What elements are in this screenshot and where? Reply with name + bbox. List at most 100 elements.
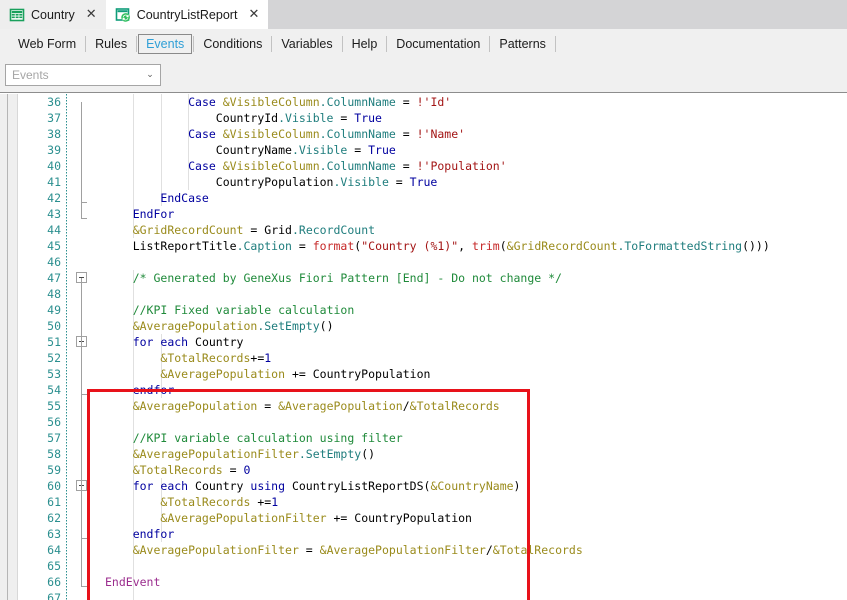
line-number: 60 [47,479,61,493]
token-kw: EndFor [132,207,175,221]
part-tab-variables[interactable]: Variables [273,34,340,54]
token-var: &AveragePopulationFilter [132,447,299,461]
webpanel-object-icon [115,7,130,22]
token-var: &TotalRecords [160,495,251,509]
editor-toolbar: Events ⌄ [0,59,847,93]
token-mem: .ColumnName [319,159,396,173]
code-line[interactable]: 54 endfor [19,382,847,398]
code-line[interactable]: 58 &AveragePopulationFilter.SetEmpty() [19,446,847,462]
code-text: //KPI variable calculation using filter [105,430,403,446]
code-editor[interactable]: 36 Case &VisibleColumn.ColumnName = !'Id… [0,94,847,600]
token-plain: = [395,127,417,141]
code-line[interactable]: 67 [19,590,847,600]
part-tab-events[interactable]: Events [138,34,193,54]
token-plain: = [395,95,417,109]
line-number: 56 [47,415,61,429]
line-number: 44 [47,223,61,237]
code-text: EndEvent [105,574,160,590]
menu-separator [85,36,87,52]
chevron-down-icon[interactable]: ⌄ [140,70,160,80]
event-selector-combo[interactable]: Events ⌄ [5,64,161,86]
token-str: !'Population' [416,159,507,173]
token-var: &AveragePopulation [132,319,258,333]
code-text: &TotalRecords = 0 [105,462,251,478]
code-line[interactable]: 42 EndCase [19,190,847,206]
code-line[interactable]: 56 [19,414,847,430]
code-line[interactable]: 39 CountryName.Visible = True [19,142,847,158]
code-line[interactable]: 51 for each Country [19,334,847,350]
code-lines[interactable]: 36 Case &VisibleColumn.ColumnName = !'Id… [19,94,847,600]
token-plain: , [458,239,473,253]
code-surface[interactable]: 36 Case &VisibleColumn.ColumnName = !'Id… [19,94,847,600]
code-text: &GridRecordCount = Grid.RecordCount [105,222,375,238]
token-var: &TotalRecords [160,351,251,365]
code-line[interactable]: 63 endfor [19,526,847,542]
token-plain: += [285,367,313,381]
code-line[interactable]: 59 &TotalRecords = 0 [19,462,847,478]
token-var: &AveragePopulation [160,367,286,381]
part-tab-documentation[interactable]: Documentation [388,34,488,54]
code-line[interactable]: 40 Case &VisibleColumn.ColumnName = !'Po… [19,158,847,174]
token-cmt: //KPI variable calculation using filter [132,431,403,445]
code-line[interactable]: 48 [19,286,847,302]
close-icon[interactable]: ✕ [243,8,261,21]
line-number: 50 [47,319,61,333]
line-number: 37 [47,111,61,125]
token-mem: .Visible [278,111,334,125]
code-line[interactable]: 52 &TotalRecords+=1 [19,350,847,366]
code-line[interactable]: 55 &AveragePopulation = &AveragePopulati… [19,398,847,414]
code-line[interactable]: 66 EndEvent [19,574,847,590]
close-icon[interactable]: ✕ [81,8,99,21]
code-line[interactable]: 65 [19,558,847,574]
part-tab-web-form[interactable]: Web Form [10,34,84,54]
document-tab-countrylistreport[interactable]: CountryListReport ✕ [105,0,269,29]
code-line[interactable]: 46 [19,254,847,270]
code-line[interactable]: 45 ListReportTitle.Caption = format ("Cou… [19,238,847,254]
token-num: 0 [243,463,251,477]
token-plain: += [250,495,272,509]
code-line[interactable]: 41 CountryPopulation.Visible = True [19,174,847,190]
code-line[interactable]: 36 Case &VisibleColumn.ColumnName = !'Id… [19,94,847,110]
code-line[interactable]: 49 //KPI Fixed variable calculation [19,302,847,318]
part-tab-conditions[interactable]: Conditions [195,34,270,54]
code-line[interactable]: 44 &GridRecordCount = Grid.RecordCount [19,222,847,238]
code-line[interactable]: 60 for each Country using CountryListRep… [19,478,847,494]
line-number: 48 [47,287,61,301]
code-line[interactable]: 50 &AveragePopulation.SetEmpty() [19,318,847,334]
menu-separator [193,36,195,52]
code-text: /* Generated by GeneXus Fiori Pattern [E… [105,270,562,286]
token-var: &GridRecordCount [506,239,618,253]
token-mem: .SetEmpty [298,447,362,461]
line-number: 46 [47,255,61,269]
part-tab-rules[interactable]: Rules [87,34,135,54]
line-number: 47 [47,271,61,285]
part-tab-patterns[interactable]: Patterns [491,34,554,54]
menu-separator [554,36,556,52]
token-plain: ( [499,239,507,253]
token-kw: True [354,111,382,125]
code-line[interactable]: 37 CountryId.Visible = True [19,110,847,126]
code-line[interactable]: 53 &AveragePopulation += CountryPopulati… [19,366,847,382]
code-line[interactable]: 47 /* Generated by GeneXus Fiori Pattern… [19,270,847,286]
code-text: &AveragePopulationFilter = &AveragePopul… [105,542,583,558]
code-text: CountryPopulation.Visible = True [105,174,438,190]
code-line[interactable]: 61 &TotalRecords +=1 [19,494,847,510]
token-plain: = [347,143,369,157]
line-number: 52 [47,351,61,365]
line-number: 57 [47,431,61,445]
part-tab-help[interactable]: Help [344,34,386,54]
code-line[interactable]: 62 &AveragePopulationFilter += CountryPo… [19,510,847,526]
code-line[interactable]: 57 //KPI variable calculation using filt… [19,430,847,446]
document-tab-country[interactable]: Country ✕ [0,0,106,29]
code-line[interactable]: 64 &AveragePopulationFilter = &AveragePo… [19,542,847,558]
code-line[interactable]: 38 Case &VisibleColumn.ColumnName = !'Na… [19,126,847,142]
token-plain: = [388,175,410,189]
token-kw: True [409,175,438,189]
code-line[interactable]: 43 EndFor [19,206,847,222]
